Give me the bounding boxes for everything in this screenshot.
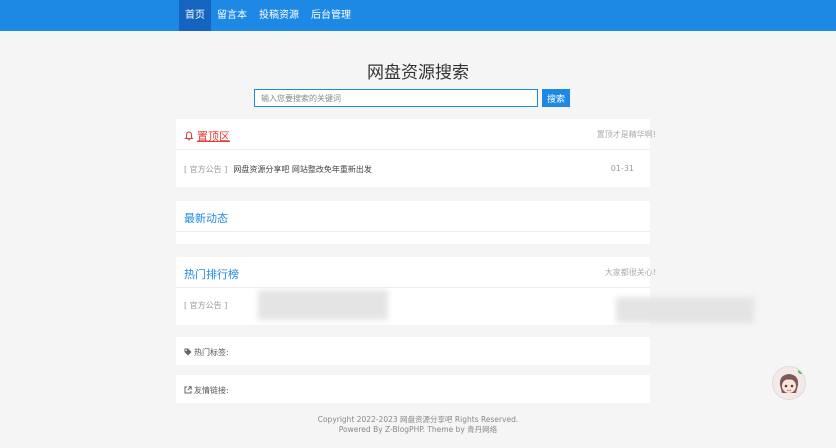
chat-avatar[interactable] xyxy=(772,366,806,400)
friend-links-panel: 友情链接: xyxy=(176,375,650,403)
latest-title: 最新动态 xyxy=(184,212,228,225)
latest-panel: 最新动态 xyxy=(176,201,650,244)
pinned-header: 置顶区 置顶才是精华啊! xyxy=(176,119,656,150)
latest-header: 最新动态 xyxy=(176,201,650,232)
bell-icon xyxy=(184,131,194,141)
powered-by-text: Powered By Z-BlogPHP. Theme by 青丹网络 xyxy=(338,425,498,434)
footer: Copyright 2022-2023 网盘资源分享吧 Rights Reser… xyxy=(0,415,836,435)
hot-tags-label: 热门标签: xyxy=(194,348,229,357)
nav-submit-resource[interactable]: 投稿资源 xyxy=(253,0,305,31)
hot-row[interactable]: [ 官方公告 ] xyxy=(184,300,642,311)
online-status-dot xyxy=(798,368,804,374)
hot-panel: 热门排行榜 大家都很关心! [ 官方公告 ] xyxy=(176,257,754,325)
friend-links-label: 友情链接: xyxy=(194,386,229,395)
blurred-region xyxy=(616,297,754,323)
nav-home[interactable]: 首页 xyxy=(179,0,211,31)
tag-icon xyxy=(184,348,192,356)
copyright-text: Copyright 2022-2023 网盘资源分享吧 Rights Reser… xyxy=(317,415,519,424)
hot-title: 热门排行榜 xyxy=(184,268,239,281)
main-nav: 首页 留言本 投稿资源 后台管理 xyxy=(179,0,357,31)
hot-header: 热门排行榜 大家都很关心! xyxy=(176,257,656,288)
page-title: 网盘资源搜索 xyxy=(367,63,469,83)
search-input[interactable] xyxy=(254,89,538,107)
row-tag: [ 官方公告 ] xyxy=(184,301,228,310)
pinned-title[interactable]: 置顶区 xyxy=(184,128,230,144)
pinned-row[interactable]: [ 官方公告 ] 网盘资源分享吧 网站整改免年重新出发 01-31 xyxy=(184,164,642,175)
hot-tags-row: 热门标签: xyxy=(184,347,642,358)
nav-admin[interactable]: 后台管理 xyxy=(305,0,357,31)
top-navbar: 首页 留言本 投稿资源 后台管理 xyxy=(0,0,836,31)
blurred-region xyxy=(258,290,388,320)
pinned-panel: 置顶区 置顶才是精华啊! [ 官方公告 ] 网盘资源分享吧 网站整改免年重新出发 … xyxy=(176,119,656,187)
external-link-icon xyxy=(184,386,192,394)
pinned-title-label: 置顶区 xyxy=(197,130,230,143)
row-tag: [ 官方公告 ] xyxy=(184,165,228,174)
pinned-subtitle: 置顶才是精华啊! xyxy=(596,130,656,139)
row-title[interactable]: 网盘资源分享吧 网站整改免年重新出发 xyxy=(233,165,372,174)
friend-links-row: 友情链接: xyxy=(184,385,642,396)
search-button[interactable]: 搜索 xyxy=(542,89,570,107)
row-date: 01-31 xyxy=(610,164,634,173)
hot-subtitle: 大家都很关心! xyxy=(604,268,656,277)
hot-tags-panel: 热门标签: xyxy=(176,337,650,365)
nav-guestbook[interactable]: 留言本 xyxy=(211,0,253,31)
